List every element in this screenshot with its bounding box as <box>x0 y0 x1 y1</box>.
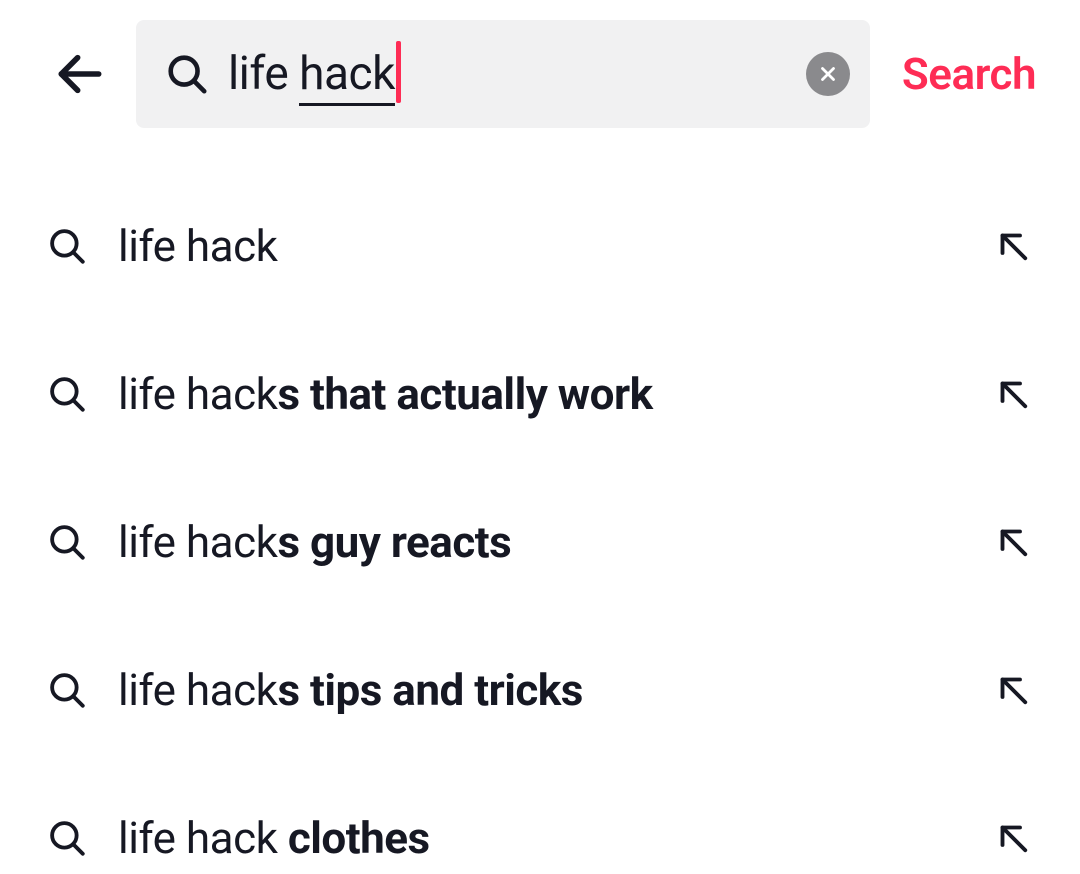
suggestion-text: life hacks guy reacts <box>118 516 980 568</box>
fill-arrow-button[interactable] <box>992 817 1034 859</box>
fill-arrow-button[interactable] <box>992 521 1034 563</box>
suggestion-item[interactable]: life hack clothes <box>0 764 1080 874</box>
clear-button[interactable] <box>806 52 850 96</box>
arrow-up-left-icon <box>992 669 1034 711</box>
arrow-up-left-icon <box>992 817 1034 859</box>
suggestion-item[interactable]: life hacks guy reacts <box>0 468 1080 616</box>
search-box[interactable]: life hack <box>136 20 870 128</box>
fill-arrow-button[interactable] <box>992 669 1034 711</box>
text-cursor <box>396 41 401 103</box>
search-button[interactable]: Search <box>894 48 1040 100</box>
arrow-up-left-icon <box>992 521 1034 563</box>
search-icon <box>46 225 88 267</box>
suggestion-text: life hacks tips and tricks <box>118 664 980 716</box>
fill-arrow-button[interactable] <box>992 225 1034 267</box>
search-icon <box>46 669 88 711</box>
search-icon <box>46 521 88 563</box>
arrow-up-left-icon <box>992 373 1034 415</box>
arrow-up-left-icon <box>992 225 1034 267</box>
back-arrow-icon <box>52 46 108 102</box>
fill-arrow-button[interactable] <box>992 373 1034 415</box>
back-button[interactable] <box>48 42 112 106</box>
search-icon <box>164 51 210 97</box>
suggestion-text: life hack clothes <box>118 812 980 864</box>
search-icon <box>46 817 88 859</box>
top-bar: life hack Search <box>0 0 1080 148</box>
suggestion-item[interactable]: life hack <box>0 172 1080 320</box>
suggestion-text: life hack <box>118 220 980 272</box>
search-icon <box>46 373 88 415</box>
search-query-text: life hack <box>228 47 395 101</box>
search-input[interactable]: life hack <box>228 43 794 105</box>
close-icon <box>817 63 839 85</box>
suggestion-item[interactable]: life hacks that actually work <box>0 320 1080 468</box>
suggestion-item[interactable]: life hacks tips and tricks <box>0 616 1080 764</box>
suggestion-text: life hacks that actually work <box>118 368 980 420</box>
suggestions-list: life hack life hacks that actually work <box>0 148 1080 874</box>
